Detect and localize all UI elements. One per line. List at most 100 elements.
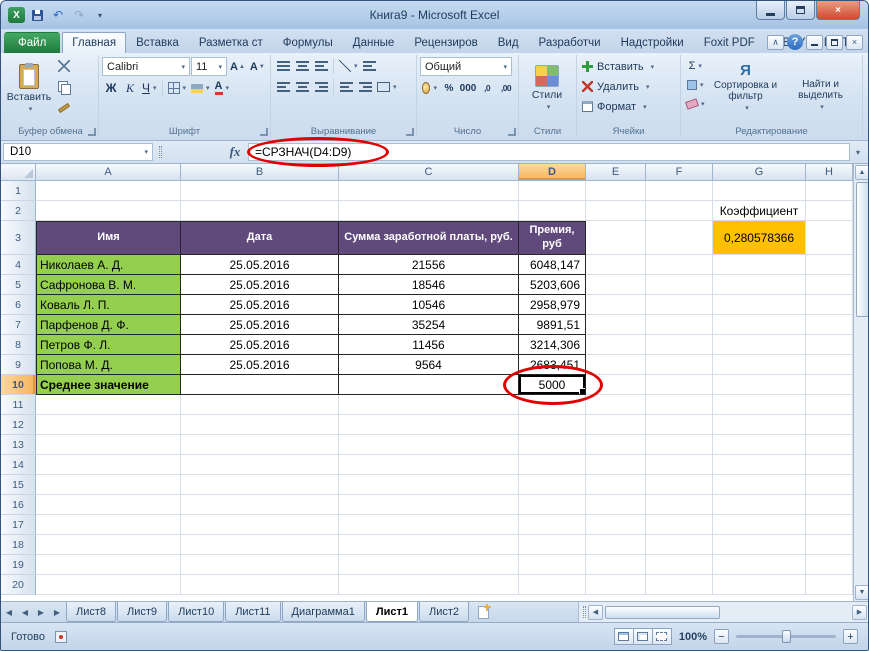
cell-H11[interactable] [806,395,853,415]
number-format-select[interactable]: Общий ▾ [420,57,512,76]
undo-button[interactable]: ↶ [49,6,67,24]
cell-G4[interactable] [713,255,806,275]
cell-C16[interactable] [339,495,519,515]
cell-B19[interactable] [181,555,339,575]
italic-button[interactable]: К [121,79,139,97]
row-header-5[interactable]: 5 [1,275,36,295]
cell-C4[interactable]: 21556 [339,255,519,275]
cell-E14[interactable] [586,455,646,475]
row-header-19[interactable]: 19 [1,555,36,575]
insert-function-button[interactable]: fx [222,143,248,161]
cell-C2[interactable] [339,201,519,221]
cell-C12[interactable] [339,415,519,435]
macro-record-icon[interactable] [54,630,67,643]
sheet-tab-Лист11[interactable]: Лист11 [225,602,281,622]
align-bottom-button[interactable] [312,57,330,75]
first-sheet-button[interactable]: ◀ [1,602,17,622]
cell-F19[interactable] [646,555,713,575]
column-header-A[interactable]: A [36,164,181,181]
cell-D8[interactable]: 3214,306 [519,335,586,355]
cell-B13[interactable] [181,435,339,455]
align-top-button[interactable] [274,57,292,75]
cell-C3[interactable]: Сумма заработной платы, руб. [339,221,519,255]
tab-Файл[interactable]: Файл [4,32,61,53]
cell-C19[interactable] [339,555,519,575]
minimize-button[interactable] [756,1,785,20]
cell-G5[interactable] [713,275,806,295]
cell-C15[interactable] [339,475,519,495]
row-header-18[interactable]: 18 [1,535,36,555]
cell-F6[interactable] [646,295,713,315]
cell-H10[interactable] [806,375,853,395]
cell-D15[interactable] [519,475,586,495]
help-button[interactable]: ? [787,34,803,50]
cell-B12[interactable] [181,415,339,435]
align-right-button[interactable] [312,78,330,96]
cell-F17[interactable] [646,515,713,535]
autosum-button[interactable]: Σ ▾ [684,57,707,75]
cell-B10[interactable] [181,375,339,395]
column-header-B[interactable]: B [181,164,339,181]
redo-button[interactable]: ↷ [70,6,88,24]
cell-B1[interactable] [181,181,339,201]
cell-G16[interactable] [713,495,806,515]
cell-A6[interactable]: Коваль Л. П. [36,295,181,315]
cell-A13[interactable] [36,435,181,455]
cell-A10[interactable]: Среднее значение [36,375,181,395]
next-sheet-button[interactable]: ▶ [33,602,49,622]
cell-B8[interactable]: 25.05.2016 [181,335,339,355]
workbook-close-button[interactable]: × [846,34,863,50]
tab-Формулы[interactable]: Формулы [273,32,343,53]
cell-F12[interactable] [646,415,713,435]
cell-B17[interactable] [181,515,339,535]
cell-E12[interactable] [586,415,646,435]
expand-formula-bar-button[interactable]: ▾ [850,143,866,161]
cell-H7[interactable] [806,315,853,335]
scroll-up-button[interactable]: ▲ [854,165,868,180]
cell-D2[interactable] [519,201,586,221]
zoom-level[interactable]: 100% [679,631,707,643]
format-cells-button[interactable]: Формат ▾ [580,97,677,116]
cell-H18[interactable] [806,535,853,555]
cell-G7[interactable] [713,315,806,335]
cell-D4[interactable]: 6048,147 [519,255,586,275]
tab-Вид[interactable]: Вид [488,32,529,53]
cell-F9[interactable] [646,355,713,375]
qat-customize-button[interactable]: ▾ [91,6,109,24]
cell-G9[interactable] [713,355,806,375]
paste-button[interactable]: Вставить ▾ [6,57,52,119]
row-header-11[interactable]: 11 [1,395,36,415]
cell-A14[interactable] [36,455,181,475]
scroll-right-button[interactable]: ▶ [852,604,867,620]
cell-F14[interactable] [646,455,713,475]
cell-A19[interactable] [36,555,181,575]
cell-C1[interactable] [339,181,519,201]
row-header-3[interactable]: 3 [1,221,36,255]
font-name-select[interactable]: Calibri ▾ [102,57,190,76]
accounting-format-button[interactable]: ▾ [420,79,439,97]
row-header-10[interactable]: 10 [1,375,36,395]
sort-filter-button[interactable]: Я Сортировка и фильтр ▾ [710,57,782,119]
cell-G8[interactable] [713,335,806,355]
cell-D20[interactable] [519,575,586,595]
vertical-scroll-thumb[interactable] [855,182,868,317]
row-header-7[interactable]: 7 [1,315,36,335]
cell-A4[interactable]: Николаев А. Д. [36,255,181,275]
column-header-E[interactable]: E [586,164,646,181]
cell-D7[interactable]: 9891,51 [519,315,586,335]
cell-B20[interactable] [181,575,339,595]
cell-H5[interactable] [806,275,853,295]
cell-B14[interactable] [181,455,339,475]
cell-H12[interactable] [806,415,853,435]
cell-F4[interactable] [646,255,713,275]
excel-logo-icon[interactable]: X [8,7,25,23]
maximize-button[interactable] [786,1,815,20]
increase-decimal-button[interactable]: ,0 [478,79,496,97]
zoom-slider[interactable] [736,630,836,643]
cell-B7[interactable]: 25.05.2016 [181,315,339,335]
cell-E20[interactable] [586,575,646,595]
cell-D14[interactable] [519,455,586,475]
cell-E4[interactable] [586,255,646,275]
cell-F2[interactable] [646,201,713,221]
zoom-out-button[interactable]: − [714,629,729,644]
